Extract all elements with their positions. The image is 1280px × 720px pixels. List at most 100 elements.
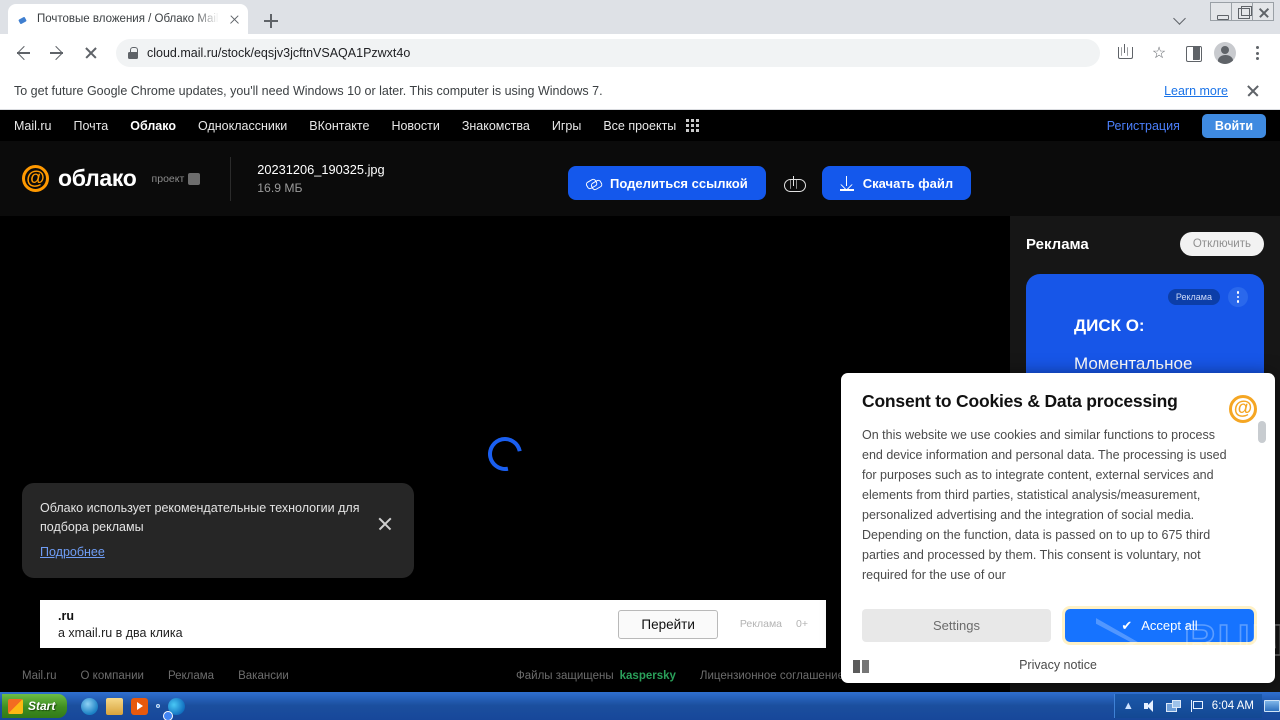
cloud-logo-sub: проект — [151, 172, 201, 185]
mailru-top-nav: Mail.ru Почта Облако Одноклассники ВКонт… — [0, 110, 1280, 141]
ad-options-icon[interactable] — [1228, 287, 1248, 307]
bottom-ad-banner[interactable]: .ru а xmail.ru в два клика Перейти Рекла… — [40, 600, 826, 648]
close-window-button[interactable] — [1252, 2, 1274, 21]
browser-toolbar: cloud.mail.ru/stock/eqsjv3jcftnVSAQA1Pzw… — [0, 34, 1280, 72]
folder-icon[interactable] — [106, 697, 124, 715]
nav-item-novosti[interactable]: Новости — [391, 119, 439, 133]
consent-actions: Settings ✔ Accept all — [862, 609, 1254, 643]
footer-protected-label: Файлы защищены — [516, 670, 614, 682]
footer-link-ads[interactable]: Реклама — [168, 670, 214, 682]
windows-taskbar: Start ▲ 6:04 AM — [0, 692, 1280, 720]
nav-item-znakomstva[interactable]: Знакомства — [462, 119, 530, 133]
bookmark-star-icon[interactable]: ☆ — [1144, 38, 1174, 68]
download-file-label: Скачать файл — [862, 175, 954, 191]
start-button[interactable]: Start — [2, 694, 68, 718]
share-link-label: Поделиться ссылкой — [610, 175, 748, 191]
register-link[interactable]: Регистрация — [1107, 119, 1180, 133]
lock-icon — [128, 47, 138, 59]
start-label: Start — [28, 699, 56, 713]
internet-explorer-icon[interactable] — [81, 697, 99, 715]
address-bar[interactable]: cloud.mail.ru/stock/eqsjv3jcftnVSAQA1Pzw… — [116, 39, 1100, 67]
consent-scrollbar[interactable] — [1258, 421, 1266, 443]
chevron-down-icon[interactable] — [1170, 8, 1190, 28]
chevron-up-icon[interactable]: ▲ — [1123, 700, 1134, 712]
nav-item-pochta[interactable]: Почта — [74, 119, 109, 133]
banner-line-1: .ru — [58, 608, 74, 623]
footer-license-link[interactable]: Лицензионное соглашение — [700, 670, 844, 682]
ad-rail-title: Реклама — [1026, 235, 1089, 253]
minimize-button[interactable] — [1210, 2, 1232, 21]
infobar-message: To get future Google Chrome updates, you… — [14, 83, 603, 98]
banner-ad-label: Реклама — [739, 618, 783, 630]
nav-item-igry[interactable]: Игры — [552, 119, 581, 133]
system-tray: ▲ 6:04 AM — [1113, 694, 1262, 718]
banner-line-2: а xmail.ru в два клика — [58, 625, 183, 640]
back-icon[interactable] — [8, 38, 38, 68]
cloud-logo-sub-text: проект — [151, 172, 185, 185]
ad-badge: Реклама — [1167, 289, 1220, 305]
consent-settings-button[interactable]: Settings — [862, 609, 1051, 643]
forward-icon[interactable] — [42, 38, 72, 68]
cookie-consent-dialog: Consent to Cookies & Data processing On … — [841, 373, 1275, 683]
download-icon — [839, 175, 854, 191]
file-name: 20231206_190325.jpg — [257, 162, 385, 177]
disable-ads-button[interactable]: Отключить — [1179, 232, 1264, 256]
network-icon[interactable] — [1165, 699, 1181, 713]
footer-link-jobs[interactable]: Вакансии — [238, 670, 289, 682]
side-panel-icon[interactable] — [1178, 38, 1208, 68]
tab-close-icon[interactable] — [226, 11, 242, 27]
nav-item-oblako[interactable]: Облако — [130, 119, 176, 133]
footer-link-mailru[interactable]: Mail.ru — [22, 670, 57, 682]
banner-age-label: 0+ — [796, 618, 808, 630]
browser-tab[interactable]: Почтовые вложения / Облако Mail — [8, 4, 248, 34]
url-text: cloud.mail.ru/stock/eqsjv3jcftnVSAQA1Pzw… — [147, 46, 411, 60]
nav-item-vkontakte[interactable]: ВКонтакте — [309, 119, 369, 133]
login-button[interactable]: Войти — [1201, 113, 1266, 138]
mailru-at-icon — [1229, 395, 1257, 423]
chrome-menu-icon[interactable] — [1242, 38, 1272, 68]
at-logo-icon — [22, 165, 49, 192]
consent-qr-icon — [853, 660, 869, 673]
show-desktop-icon[interactable] — [1264, 700, 1280, 712]
nav-item-odnoklassniki[interactable]: Одноклассники — [198, 119, 287, 133]
media-player-icon[interactable] — [131, 697, 149, 715]
loading-spinner-icon — [481, 430, 529, 478]
toast-close-icon[interactable] — [374, 513, 396, 535]
screen: Почтовые вложения / Облако Mail cloud.ma… — [0, 0, 1280, 720]
vk-icon — [188, 172, 201, 185]
learn-more-link[interactable]: Learn more — [1164, 84, 1228, 98]
check-icon: ✔ — [1121, 617, 1133, 633]
chrome-taskbar-item[interactable] — [156, 704, 161, 708]
profile-avatar[interactable] — [1214, 42, 1236, 64]
privacy-notice-link[interactable]: Privacy notice — [862, 658, 1254, 672]
cloud-logo-text: облако — [58, 165, 137, 191]
consent-accept-label: Accept all — [1141, 618, 1198, 634]
windows-flag-icon — [8, 698, 23, 714]
flag-icon[interactable] — [1189, 699, 1203, 713]
new-tab-button[interactable] — [258, 8, 284, 34]
consent-title: Consent to Cookies & Data processing — [862, 391, 1178, 411]
file-info: 20231206_190325.jpg 16.9 МБ — [257, 162, 384, 195]
cloud-logo[interactable]: облако проект — [22, 165, 201, 192]
cloud-upload-icon[interactable] — [780, 169, 808, 197]
ad-card-header: Реклама — [1042, 287, 1248, 307]
nav-item-mailru[interactable]: Mail.ru — [14, 119, 52, 133]
window-controls — [1210, 2, 1274, 21]
volume-icon[interactable] — [1143, 699, 1157, 713]
taskbar-clock[interactable]: 6:04 AM — [1212, 700, 1254, 712]
banner-texts: .ru а xmail.ru в два клика — [58, 609, 618, 640]
infobar-close-icon[interactable] — [1240, 78, 1266, 104]
apps-grid-icon[interactable] — [686, 119, 700, 132]
footer-link-about[interactable]: О компании — [81, 670, 144, 682]
ad-brand: ДИСК О: — [1074, 316, 1145, 335]
toast-more-link[interactable]: Подробнее — [40, 545, 364, 559]
consent-accept-all-button[interactable]: ✔ Accept all — [1065, 609, 1254, 643]
banner-go-button[interactable]: Перейти — [618, 609, 718, 639]
download-file-button[interactable]: Скачать файл — [821, 166, 972, 200]
nav-item-vse-proekty[interactable]: Все проекты — [603, 119, 676, 133]
share-link-button[interactable]: Поделиться ссылкой — [568, 166, 766, 200]
share-icon[interactable] — [1110, 38, 1140, 68]
stop-loading-icon[interactable] — [76, 38, 106, 68]
maximize-button[interactable] — [1231, 2, 1253, 21]
ad-rail-header: Реклама Отключить — [1026, 232, 1264, 256]
